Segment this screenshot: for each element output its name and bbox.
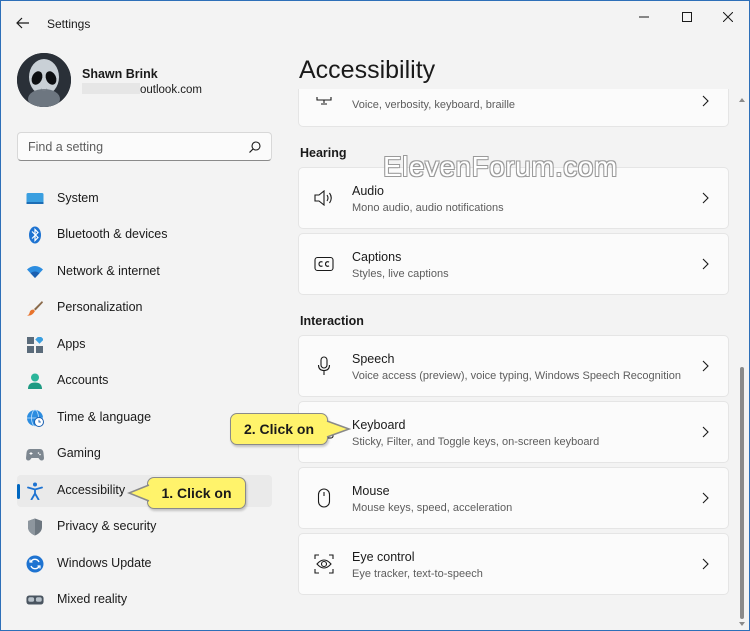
update-icon	[26, 555, 44, 573]
card-speech[interactable]: Speech Voice access (preview), voice typ…	[298, 335, 729, 397]
card-mouse[interactable]: Mouse Mouse keys, speed, acceleration	[298, 467, 729, 529]
card-description: Mouse keys, speed, acceleration	[352, 502, 513, 514]
monitor-icon	[314, 91, 334, 111]
maximize-button[interactable]	[664, 5, 710, 29]
settings-window: Settings Shawn Brink outlook.com Find a …	[0, 0, 750, 631]
card-title: Mouse	[352, 484, 390, 498]
sidebar-item-privacy-security[interactable]: Privacy & security	[17, 511, 272, 543]
captions-icon	[314, 254, 334, 274]
sidebar-item-apps[interactable]: Apps	[17, 329, 272, 361]
sidebar-item-label: Apps	[57, 337, 86, 351]
user-email: outlook.com	[82, 83, 202, 96]
close-button[interactable]	[705, 5, 749, 29]
microphone-icon	[314, 356, 334, 376]
chevron-right-icon	[702, 258, 709, 270]
user-name: Shawn Brink	[82, 67, 158, 81]
card-description: Mono audio, audio notifications	[352, 202, 504, 214]
eye-camera-icon	[314, 554, 334, 574]
sidebar-item-label: System	[57, 191, 99, 205]
sidebar-item-label: Gaming	[57, 446, 101, 460]
sidebar-item-personalization[interactable]: Personalization	[17, 292, 272, 324]
card-title: Captions	[352, 250, 402, 264]
card-captions[interactable]: Captions Styles, live captions	[298, 233, 729, 295]
card-description: Eye tracker, text-to-speech	[352, 568, 483, 580]
scroll-up-arrow-icon[interactable]	[739, 97, 745, 103]
chevron-right-icon	[702, 558, 709, 570]
mouse-icon	[314, 488, 334, 508]
scrollbar[interactable]	[739, 97, 745, 627]
shield-icon	[26, 518, 44, 536]
sidebar-item-label: Network & internet	[57, 264, 160, 278]
alien-avatar-icon	[17, 53, 71, 107]
sidebar-item-label: Time & language	[57, 410, 152, 424]
sidebar-item-bluetooth[interactable]: Bluetooth & devices	[17, 219, 272, 251]
scroll-thumb[interactable]	[740, 367, 744, 619]
card-eye-control[interactable]: Eye control Eye tracker, text-to-speech	[298, 533, 729, 595]
minimize-icon	[639, 16, 649, 18]
card-description: Voice access (preview), voice typing, Wi…	[352, 370, 681, 382]
chevron-right-icon	[702, 95, 709, 107]
app-title: Settings	[47, 17, 91, 31]
card-title: Eye control	[352, 550, 415, 564]
search-icon[interactable]	[248, 140, 262, 154]
selection-indicator	[17, 484, 20, 499]
sidebar-item-windows-update[interactable]: Windows Update	[17, 548, 272, 580]
sidebar-item-label: Accessibility	[57, 483, 126, 497]
card-title: Audio	[352, 184, 384, 198]
globe-clock-icon	[26, 409, 44, 427]
back-arrow-icon	[16, 17, 29, 29]
bluetooth-icon	[26, 226, 44, 244]
sidebar-item-label: Windows Update	[57, 556, 152, 570]
callout-step2-tail	[325, 420, 351, 438]
sidebar-item-label: Bluetooth & devices	[57, 227, 168, 241]
headset-icon	[26, 591, 44, 609]
avatar[interactable]	[17, 53, 71, 107]
section-title-hearing: Hearing	[300, 146, 347, 160]
search-placeholder: Find a setting	[28, 140, 104, 154]
minimize-button[interactable]	[621, 5, 667, 29]
sidebar-item-network[interactable]: Network & internet	[17, 256, 272, 288]
callout-step1-text: 1. Click on	[161, 485, 232, 501]
page-title: Accessibility	[299, 56, 436, 84]
card-narrator-partial[interactable]: Voice, verbosity, keyboard, braille	[298, 89, 729, 127]
person-icon	[26, 372, 44, 390]
card-title: Speech	[352, 352, 395, 366]
sidebar-item-label: Accounts	[57, 373, 109, 387]
sidebar-item-system[interactable]: System	[17, 183, 272, 215]
callout-step1: 1. Click on	[147, 477, 246, 509]
chevron-right-icon	[702, 192, 709, 204]
close-icon	[723, 12, 733, 22]
gamepad-icon	[26, 445, 44, 463]
email-redaction	[82, 83, 140, 94]
accessibility-icon	[26, 482, 44, 500]
sidebar-item-label: Personalization	[57, 300, 143, 314]
back-button[interactable]	[11, 11, 35, 35]
scroll-down-arrow-icon[interactable]	[739, 621, 745, 627]
callout-step1-tail	[127, 484, 151, 502]
apps-icon	[26, 336, 44, 354]
chevron-right-icon	[702, 426, 709, 438]
card-title: Keyboard	[352, 418, 406, 432]
wifi-icon	[26, 263, 44, 281]
sidebar-item-mixed-reality[interactable]: Mixed reality	[17, 584, 272, 616]
card-description: Styles, live captions	[352, 268, 449, 280]
section-title-interaction: Interaction	[300, 314, 364, 328]
callout-step2: 2. Click on	[230, 413, 328, 445]
system-icon	[26, 190, 44, 208]
title-bar: Settings	[1, 1, 749, 47]
speaker-icon	[314, 188, 334, 208]
chevron-right-icon	[702, 492, 709, 504]
sidebar-item-label: Privacy & security	[57, 519, 157, 533]
card-description: Voice, verbosity, keyboard, braille	[352, 99, 516, 111]
sidebar-item-label: Mixed reality	[57, 592, 128, 606]
card-description: Sticky, Filter, and Toggle keys, on-scre…	[352, 436, 600, 448]
card-keyboard[interactable]: Keyboard Sticky, Filter, and Toggle keys…	[298, 401, 729, 463]
chevron-right-icon	[702, 360, 709, 372]
callout-step2-text: 2. Click on	[243, 421, 315, 437]
brush-icon	[26, 299, 44, 317]
maximize-icon	[682, 12, 692, 22]
sidebar-item-accounts[interactable]: Accounts	[17, 365, 272, 397]
watermark: ElevenForum.com	[383, 151, 618, 182]
search-input[interactable]: Find a setting	[17, 132, 272, 161]
